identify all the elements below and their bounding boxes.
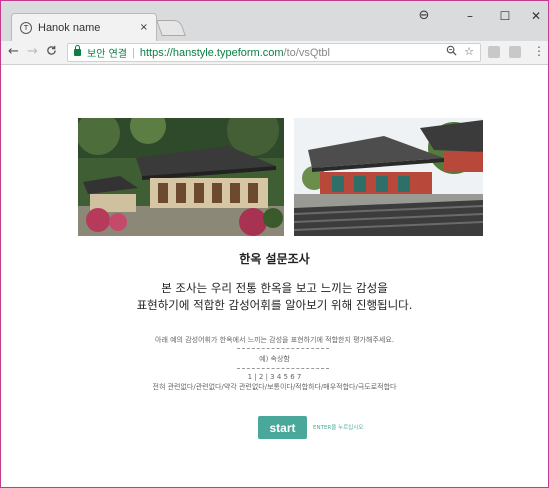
address-actions: ☆ bbox=[446, 45, 474, 59]
url-path: /to/vsQtbl bbox=[283, 46, 330, 59]
scale-labels: 전혀 관련없다/관련없다/약각 관련없다/보통이다/적합하다/매우적합다/극도로… bbox=[152, 383, 397, 391]
extension-icon[interactable] bbox=[509, 46, 521, 58]
zoom-icon[interactable] bbox=[446, 45, 457, 59]
intro-text-line-1: 본 조사는 우리 전통 한옥을 보고 느끼는 감성을 bbox=[161, 281, 388, 295]
url-scheme: https:// bbox=[139, 46, 173, 59]
tab-title: Hanok name bbox=[38, 21, 101, 34]
title-bar: T Hanok name × ⊖ – ☐ ✕ bbox=[1, 1, 548, 41]
close-window-button[interactable]: ✕ bbox=[521, 9, 548, 23]
extension-icon[interactable] bbox=[488, 46, 500, 58]
browser-tab[interactable]: T Hanok name × bbox=[11, 13, 157, 41]
menu-icon[interactable]: ⋮ bbox=[533, 44, 545, 58]
address-bar[interactable]: 보안 연결 | https://hanstyle.typeform.com/to… bbox=[67, 43, 481, 62]
survey-title: 한옥 설문조사 bbox=[239, 252, 310, 266]
forward-icon[interactable]: → bbox=[27, 44, 38, 59]
hanok-photo-1 bbox=[78, 118, 284, 236]
reload-icon[interactable] bbox=[46, 45, 57, 59]
secure-label: 보안 연결 bbox=[87, 49, 127, 60]
hanok-photo-2 bbox=[294, 118, 483, 236]
typeform-favicon-icon: T bbox=[20, 21, 32, 34]
divider bbox=[237, 368, 329, 369]
back-icon[interactable]: ← bbox=[8, 44, 19, 59]
bookmark-star-icon[interactable]: ☆ bbox=[464, 45, 474, 59]
instruction-text: 아래 예의 감성어휘가 한옥에서 느끼는 감성을 표현하기에 적합한지 평가해주… bbox=[155, 336, 394, 344]
new-tab-button[interactable] bbox=[156, 20, 186, 36]
browser-toolbar: ← → 보안 연결 | https://hanstyle.typeform.co… bbox=[1, 41, 548, 65]
maximize-button[interactable]: ☐ bbox=[490, 9, 520, 23]
tab-close-icon[interactable]: × bbox=[140, 22, 148, 33]
lock-icon bbox=[74, 45, 81, 56]
divider bbox=[237, 348, 329, 349]
enter-hint: ENTER을 누르십시오 bbox=[313, 425, 364, 431]
minimize-button[interactable]: – bbox=[455, 9, 485, 23]
typeform-welcome-screen: 한옥 설문조사 본 조사는 우리 전통 한옥을 보고 느끼는 감성을 표현하기에… bbox=[1, 66, 548, 487]
scale-numbers: 1 | 2 | 3 4 5 6 7 bbox=[247, 373, 302, 381]
example-text: 예) 속상함 bbox=[259, 355, 290, 363]
browser-window: T Hanok name × ⊖ – ☐ ✕ ← → 보안 연결 | https… bbox=[0, 0, 549, 488]
account-icon[interactable]: ⊖ bbox=[409, 8, 439, 23]
intro-text-line-2: 표현하기에 적합한 감성어휘를 알아보기 위해 진행됩니다. bbox=[136, 298, 413, 312]
address-separator: | bbox=[131, 46, 135, 59]
url-host: hanstyle.typeform.com bbox=[172, 46, 284, 59]
start-button[interactable]: start bbox=[258, 416, 307, 439]
